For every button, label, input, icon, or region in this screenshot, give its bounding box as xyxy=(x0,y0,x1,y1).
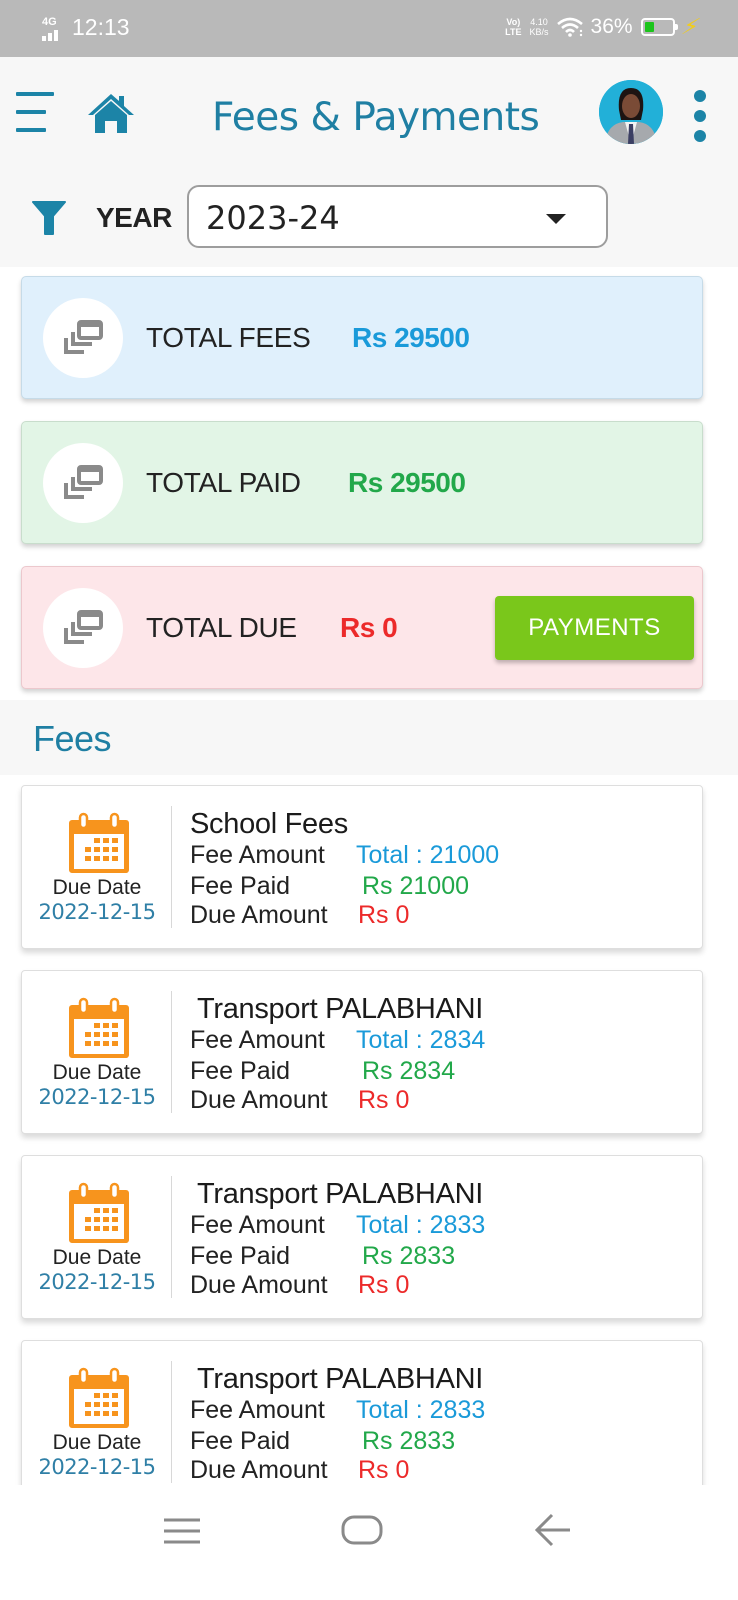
home-icon[interactable] xyxy=(86,91,136,135)
divider xyxy=(171,1361,172,1483)
due-amount-label: Due Amount xyxy=(190,901,328,929)
fee-list[interactable]: Due Date 2022-12-15 School Fees Fee Amou… xyxy=(0,775,738,1485)
fee-total-value: Total : 2834 xyxy=(356,1026,486,1054)
stack-icon xyxy=(64,320,103,354)
stack-icon xyxy=(64,465,103,499)
network-speed: 4.10 KB/s xyxy=(530,17,549,37)
fees-section-header: Fees xyxy=(0,700,738,775)
speed-unit: KB/s xyxy=(529,27,549,37)
fee-total-value: Total : 2833 xyxy=(356,1211,486,1239)
fee-paid-value: Rs 2833 xyxy=(362,1427,456,1455)
total-due-card: TOTAL DUE Rs 0 PAYMENTS xyxy=(21,566,703,689)
summary-icon-circle xyxy=(43,443,123,523)
year-label: YEAR xyxy=(96,202,172,233)
total-due-label: TOTAL DUE xyxy=(146,612,297,643)
due-date-value: 2022-12-15 xyxy=(38,1085,156,1109)
due-date-label: Due Date xyxy=(52,1431,142,1454)
due-date-value: 2022-12-15 xyxy=(38,1270,156,1294)
app-header: Fees & Payments xyxy=(0,57,738,172)
fee-total-value: Total : 2833 xyxy=(356,1396,486,1424)
payments-button[interactable]: PAYMENTS xyxy=(495,596,694,660)
fee-due-value: Rs 0 xyxy=(358,1271,410,1299)
due-amount-label: Due Amount xyxy=(190,1086,328,1114)
fee-paid-value: Rs 21000 xyxy=(362,872,470,900)
system-nav-bar xyxy=(0,1485,738,1600)
volte-icon: Vo) LTE xyxy=(505,17,521,37)
fee-paid-label: Fee Paid xyxy=(190,1242,291,1270)
fee-paid-label: Fee Paid xyxy=(190,1427,291,1455)
fee-paid-value: Rs 2834 xyxy=(362,1057,456,1085)
fee-due-value: Rs 0 xyxy=(358,1086,410,1114)
page-title: Fees & Payments xyxy=(212,95,540,140)
clock: 12:13 xyxy=(72,14,130,40)
fee-due-value: Rs 0 xyxy=(358,1456,410,1484)
divider xyxy=(171,991,172,1113)
total-fees-card: TOTAL FEES Rs 29500 xyxy=(21,276,703,399)
fee-card[interactable]: Due Date 2022-12-15 School Fees Fee Amou… xyxy=(21,785,703,949)
volte-bottom: LTE xyxy=(505,27,522,37)
fee-amount-label: Fee Amount xyxy=(190,841,325,869)
calendar-icon xyxy=(69,997,129,1058)
due-date-label: Due Date xyxy=(52,1246,142,1269)
stack-icon xyxy=(64,610,103,644)
total-due-value: Rs 0 xyxy=(340,612,398,643)
fee-title: School Fees xyxy=(190,808,348,840)
summary-icon-circle xyxy=(43,298,123,378)
fee-amount-label: Fee Amount xyxy=(190,1026,325,1054)
home-nav-icon[interactable] xyxy=(322,1505,402,1555)
fees-heading: Fees xyxy=(33,718,112,759)
menu-icon[interactable] xyxy=(16,92,54,134)
filter-icon xyxy=(32,201,66,235)
volte-top: Vo) xyxy=(506,17,521,27)
divider xyxy=(171,1176,172,1298)
fee-amount-label: Fee Amount xyxy=(190,1211,325,1239)
summary-section: TOTAL FEES Rs 29500 TOTAL PAID Rs 29500 … xyxy=(0,267,738,700)
avatar-photo xyxy=(599,80,663,144)
calendar-icon xyxy=(69,812,129,873)
due-date-label: Due Date xyxy=(52,1061,142,1084)
summary-icon-circle xyxy=(43,588,123,668)
more-options-icon[interactable] xyxy=(690,90,710,142)
battery-icon xyxy=(640,18,678,36)
total-fees-label: TOTAL FEES xyxy=(146,322,311,353)
fee-total-value: Total : 21000 xyxy=(356,841,500,869)
total-paid-card: TOTAL PAID Rs 29500 xyxy=(21,421,703,544)
fee-paid-value: Rs 2833 xyxy=(362,1242,456,1270)
dropdown-caret-icon xyxy=(546,214,566,224)
charging-icon: ⚡ xyxy=(678,14,703,39)
battery-percent: 36% xyxy=(590,15,633,38)
fee-title: Transport PALABHANI xyxy=(197,1178,484,1210)
fee-paid-label: Fee Paid xyxy=(190,872,291,900)
back-icon[interactable] xyxy=(512,1505,592,1555)
year-filter: YEAR 2023-24 xyxy=(0,172,738,267)
wifi-icon xyxy=(556,17,583,37)
calendar-icon xyxy=(69,1367,129,1428)
divider xyxy=(171,806,172,928)
fee-title: Transport PALABHANI xyxy=(197,1363,484,1395)
fee-card[interactable]: Due Date 2022-12-15 Transport PALABHANI … xyxy=(21,970,703,1134)
year-dropdown[interactable]: 2023-24 xyxy=(187,185,608,248)
recent-apps-icon[interactable] xyxy=(142,1505,222,1555)
cellular-signal-icon: 4G xyxy=(42,15,66,41)
speed-value: 4.10 xyxy=(530,17,548,27)
fee-paid-label: Fee Paid xyxy=(190,1057,291,1085)
fee-title: Transport PALABHANI xyxy=(197,993,484,1025)
fee-amount-label: Fee Amount xyxy=(190,1396,325,1424)
fee-card[interactable]: Due Date 2022-12-15 Transport PALABHANI … xyxy=(21,1155,703,1319)
network-type: 4G xyxy=(42,15,57,28)
fee-due-value: Rs 0 xyxy=(358,901,410,929)
total-paid-label: TOTAL PAID xyxy=(146,467,301,498)
due-amount-label: Due Amount xyxy=(190,1271,328,1299)
total-paid-value: Rs 29500 xyxy=(348,467,466,498)
due-date-value: 2022-12-15 xyxy=(38,1455,156,1479)
profile-avatar[interactable] xyxy=(599,80,663,144)
due-date-value: 2022-12-15 xyxy=(38,900,156,924)
calendar-icon xyxy=(69,1182,129,1243)
due-amount-label: Due Amount xyxy=(190,1456,328,1484)
total-fees-value: Rs 29500 xyxy=(352,322,470,353)
status-bar: 4G 12:13 Vo) LTE 4.10 KB/s 36% ⚡ xyxy=(0,0,738,57)
due-date-label: Due Date xyxy=(52,876,142,899)
fee-card[interactable]: Due Date 2022-12-15 Transport PALABHANI … xyxy=(21,1340,703,1485)
year-selected-value: 2023-24 xyxy=(206,199,340,237)
